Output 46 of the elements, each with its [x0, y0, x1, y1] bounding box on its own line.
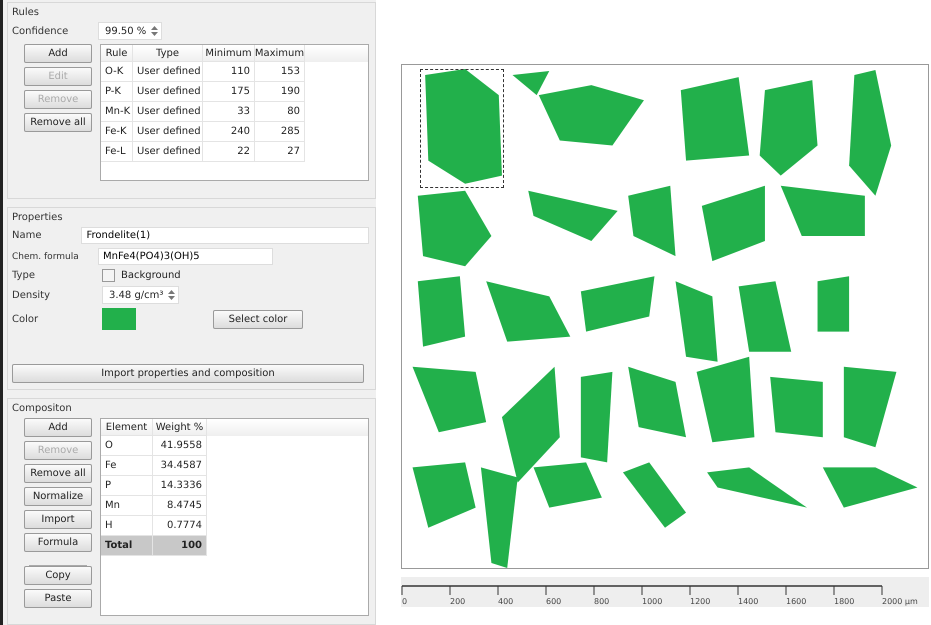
group-title: Properties — [12, 212, 64, 224]
side-button[interactable]: Remove all — [24, 113, 92, 132]
field-label: Name — [12, 230, 43, 242]
spin-box[interactable]: 99.50 % — [98, 22, 162, 40]
total-cell: 100 — [153, 536, 207, 556]
table-cell: Fe-L — [101, 142, 133, 162]
table-cell: 22 — [203, 142, 255, 162]
checkbox[interactable] — [102, 269, 115, 282]
field-label: Chem. formula — [12, 252, 80, 262]
spin-arrows-icon[interactable] — [150, 25, 160, 37]
field-label: Type — [12, 270, 36, 282]
scale-label: 1800 — [834, 597, 854, 606]
side-button[interactable]: Paste — [24, 589, 92, 608]
side-button[interactable]: Add — [24, 44, 92, 63]
scale-label: 0 — [402, 597, 408, 606]
scale-label: 1400 — [738, 597, 758, 606]
name-field[interactable]: Frondelite(1) — [81, 227, 369, 244]
side-button[interactable]: Add — [24, 418, 92, 438]
scale-label: 400 — [498, 597, 514, 606]
scale-label: 800 — [594, 597, 610, 606]
side-button[interactable]: Copy — [24, 566, 92, 586]
field-label: Color — [12, 314, 40, 325]
group-title: Rules — [12, 7, 40, 18]
scale-label: 1600 — [786, 597, 806, 606]
side-button[interactable]: Remove all — [24, 464, 92, 484]
table-cell: User defined — [133, 142, 203, 162]
scale-label: 1200 — [690, 597, 710, 606]
scale-label: 600 — [546, 597, 562, 606]
side-button[interactable]: Formula — [24, 533, 92, 552]
checkbox-label: Background — [121, 270, 181, 282]
spin-box[interactable]: 3.48 g/cm³ — [102, 286, 180, 304]
table-cell: 27 — [255, 142, 305, 162]
total-cell: Total — [101, 536, 153, 556]
spin-arrows-icon[interactable] — [167, 289, 176, 302]
scale-label: 2000 µm — [882, 597, 918, 606]
side-button[interactable]: Import — [24, 510, 92, 530]
scale-label: 1000 — [642, 597, 662, 606]
group-title: Compositon — [12, 403, 73, 414]
field-label: Confidence — [12, 26, 70, 36]
import-button[interactable]: Import properties and composition — [12, 364, 364, 384]
field-label: Density — [12, 290, 52, 301]
selection-rectangle[interactable] — [420, 69, 504, 188]
formula-field[interactable]: MnFe4(PO4)3(OH)5 — [98, 248, 273, 266]
select-color-button[interactable]: Select color — [213, 310, 303, 329]
side-button[interactable]: Normalize — [24, 487, 92, 506]
scale-label: 200 — [450, 597, 466, 606]
